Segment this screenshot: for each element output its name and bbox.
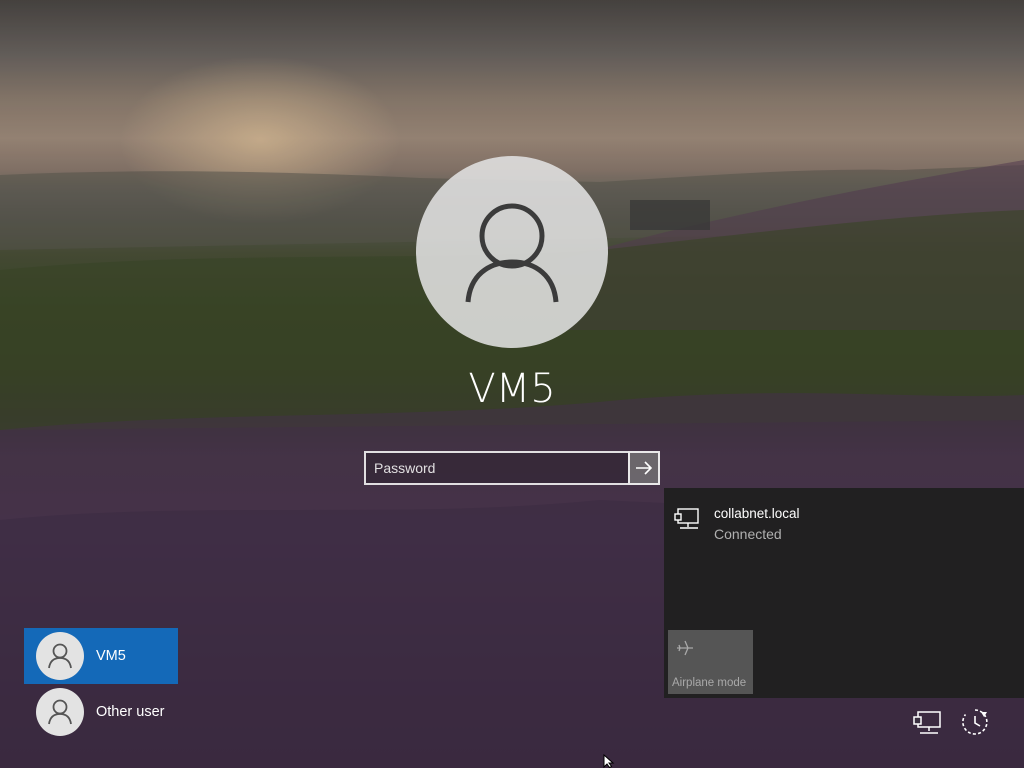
- person-icon: [48, 699, 72, 725]
- ethernet-icon: [674, 508, 699, 529]
- power-icon: [962, 709, 988, 735]
- password-input[interactable]: [364, 451, 628, 485]
- airplane-icon: [677, 640, 693, 656]
- mouse-cursor-icon: [603, 754, 615, 768]
- arrow-right-icon: [636, 461, 653, 475]
- user-label: VM5: [96, 648, 126, 664]
- network-item[interactable]: collabnet.local Connected: [674, 504, 800, 544]
- person-icon: [465, 203, 559, 303]
- password-box: [364, 451, 660, 485]
- submit-button[interactable]: [628, 451, 660, 485]
- airplane-mode-label: Airplane mode: [672, 677, 747, 689]
- airplane-mode-tile[interactable]: Airplane mode: [668, 630, 753, 694]
- avatar: [36, 632, 84, 680]
- network-flyout: collabnet.local Connected Airplane mode: [664, 488, 1024, 698]
- user-item-other-user[interactable]: Other user: [24, 684, 178, 740]
- ethernet-icon: [913, 711, 941, 734]
- user-item-vm5[interactable]: VM5: [24, 628, 178, 684]
- person-icon: [48, 643, 72, 669]
- power-button[interactable]: [957, 704, 993, 740]
- user-avatar-large: [416, 156, 608, 348]
- network-status: Connected: [714, 526, 782, 542]
- account-name: VM5: [468, 366, 556, 412]
- network-tray-button[interactable]: [910, 706, 946, 740]
- avatar: [36, 688, 84, 736]
- lock-screen: VM5 collabnet.local Connected Airplane m…: [0, 0, 1024, 768]
- network-name: collabnet.local: [714, 506, 800, 521]
- user-switcher: VM5 Other user: [24, 628, 178, 740]
- user-label: Other user: [96, 704, 165, 720]
